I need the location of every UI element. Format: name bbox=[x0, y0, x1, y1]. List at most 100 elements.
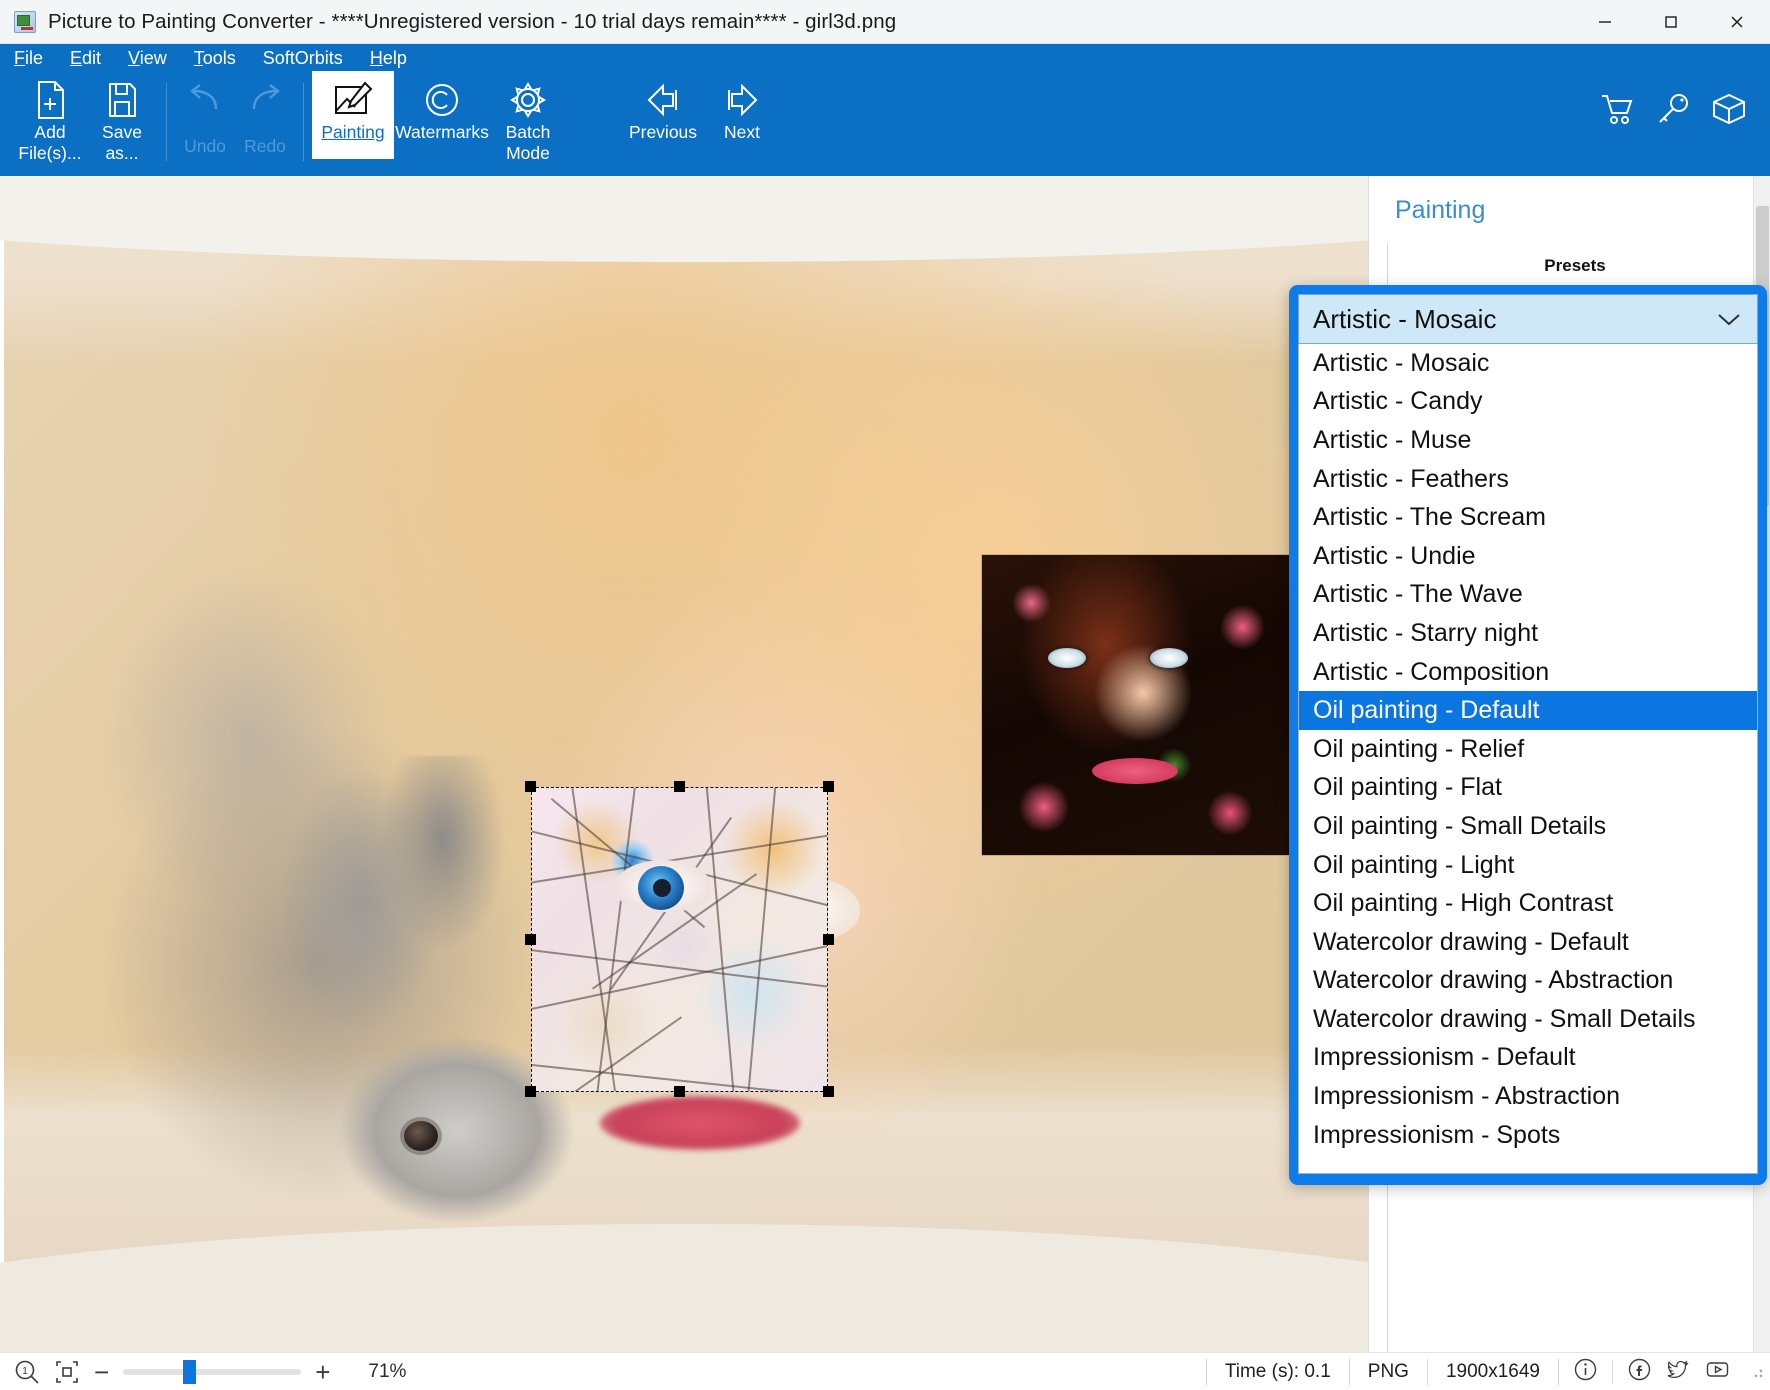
preset-option-1[interactable]: Artistic - Candy bbox=[1299, 383, 1757, 422]
effect-preview-thumbnail[interactable] bbox=[982, 555, 1292, 855]
preset-option-15[interactable]: Watercolor drawing - Default bbox=[1299, 923, 1757, 962]
presets-combobox-field[interactable]: Artistic - Mosaic bbox=[1298, 294, 1758, 344]
zoom-out-button[interactable]: − bbox=[94, 1359, 109, 1385]
menu-tools-label: ools bbox=[202, 47, 236, 68]
minimize-button[interactable] bbox=[1572, 0, 1638, 44]
menu-softorbits-label: SoftOrbits bbox=[262, 47, 343, 68]
window-controls bbox=[1572, 0, 1770, 44]
selection-handle-e[interactable] bbox=[823, 934, 834, 945]
toolbar-separator-2 bbox=[303, 83, 304, 161]
facebook-icon[interactable] bbox=[1627, 1357, 1652, 1387]
undo-button[interactable]: Undo bbox=[175, 71, 235, 157]
batch-mode-button[interactable]: Batch Mode bbox=[490, 71, 566, 164]
resize-grip[interactable] bbox=[1750, 1364, 1764, 1379]
svg-text:1: 1 bbox=[22, 1366, 28, 1377]
image-canvas[interactable] bbox=[0, 176, 1368, 1352]
application-window: Picture to Painting Converter - ****Unre… bbox=[0, 0, 1770, 1390]
youtube-icon[interactable] bbox=[1705, 1357, 1730, 1387]
zoom-in-button[interactable]: + bbox=[315, 1359, 330, 1385]
preset-option-4[interactable]: Artistic - The Scream bbox=[1299, 498, 1757, 537]
preset-option-17[interactable]: Watercolor drawing - Small Details bbox=[1299, 1000, 1757, 1039]
preset-option-14[interactable]: Oil painting - High Contrast bbox=[1299, 884, 1757, 923]
close-button[interactable] bbox=[1704, 0, 1770, 44]
twitter-icon[interactable] bbox=[1666, 1357, 1691, 1387]
key-icon[interactable] bbox=[1656, 93, 1690, 130]
save-as-button[interactable]: Save as... bbox=[86, 71, 158, 164]
presets-combobox[interactable]: Artistic - Mosaic Artistic - Mosaic Arti… bbox=[1289, 285, 1767, 1185]
toolbar-right-icons bbox=[1600, 93, 1746, 130]
selection-handle-sw[interactable] bbox=[525, 1086, 536, 1097]
photo-bottom-edge bbox=[0, 1224, 1368, 1352]
zoom-percent-label: 71% bbox=[368, 1360, 407, 1382]
menu-softorbits[interactable]: SoftOrbits bbox=[263, 49, 343, 67]
zoom-slider-thumb[interactable] bbox=[183, 1359, 197, 1384]
menu-edit[interactable]: Edit bbox=[70, 49, 101, 67]
presets-label: Presets bbox=[1544, 256, 1606, 275]
menu-help-label: elp bbox=[382, 47, 407, 68]
toolbar-separator-1 bbox=[166, 83, 167, 161]
info-icon[interactable] bbox=[1573, 1357, 1598, 1387]
undo-icon bbox=[186, 78, 224, 122]
preview-eye-left bbox=[1048, 648, 1086, 668]
mosaic-preview-selection[interactable] bbox=[531, 787, 828, 1092]
selection-handle-w[interactable] bbox=[525, 934, 536, 945]
preset-option-20[interactable]: Impressionism - Spots bbox=[1299, 1116, 1757, 1155]
batch-mode-label-1: Batch bbox=[505, 122, 551, 142]
watermarks-button[interactable]: Watermarks bbox=[394, 71, 490, 143]
preview-eye-right bbox=[1150, 648, 1188, 668]
preset-option-10[interactable]: Oil painting - Relief bbox=[1299, 730, 1757, 769]
save-as-label-1: Save bbox=[102, 122, 142, 142]
selection-handle-nw[interactable] bbox=[525, 781, 536, 792]
arrow-left-icon bbox=[643, 78, 683, 122]
maximize-button[interactable] bbox=[1638, 0, 1704, 44]
menu-help[interactable]: Help bbox=[370, 49, 407, 67]
save-icon bbox=[105, 78, 139, 122]
watermarks-label: Watermarks bbox=[395, 122, 489, 142]
preset-option-16[interactable]: Watercolor drawing - Abstraction bbox=[1299, 962, 1757, 1001]
selection-handle-se[interactable] bbox=[823, 1086, 834, 1097]
add-files-button[interactable]: Add File(s)... bbox=[14, 71, 86, 164]
mosaic-pupil bbox=[653, 879, 671, 897]
previous-button[interactable]: Previous bbox=[620, 71, 706, 143]
previous-label: Previous bbox=[628, 122, 698, 142]
add-files-label-2: File(s)... bbox=[18, 143, 82, 163]
preset-option-9[interactable]: Oil painting - Default bbox=[1299, 691, 1757, 730]
zoom-one-to-one-icon[interactable]: 1 bbox=[14, 1359, 40, 1385]
preset-option-0[interactable]: Artistic - Mosaic bbox=[1299, 344, 1757, 383]
menu-view[interactable]: View bbox=[128, 49, 167, 67]
undo-label: Undo bbox=[184, 136, 226, 156]
preset-option-3[interactable]: Artistic - Feathers bbox=[1299, 460, 1757, 499]
painting-button[interactable]: Painting bbox=[312, 71, 394, 159]
selection-handle-n[interactable] bbox=[674, 781, 685, 792]
redo-label: Redo bbox=[244, 136, 286, 156]
cart-icon[interactable] bbox=[1600, 93, 1634, 130]
arrow-right-icon bbox=[722, 78, 762, 122]
preset-option-5[interactable]: Artistic - Undie bbox=[1299, 537, 1757, 576]
preset-option-2[interactable]: Artistic - Muse bbox=[1299, 421, 1757, 460]
chevron-down-icon bbox=[1715, 304, 1743, 335]
add-files-label-1: Add bbox=[34, 122, 66, 142]
fit-to-window-icon[interactable] bbox=[54, 1359, 80, 1385]
preset-option-7[interactable]: Artistic - Starry night bbox=[1299, 614, 1757, 653]
preset-option-12[interactable]: Oil painting - Small Details bbox=[1299, 807, 1757, 846]
redo-button[interactable]: Redo bbox=[235, 71, 295, 157]
zoom-slider[interactable] bbox=[123, 1359, 302, 1384]
preset-option-18[interactable]: Impressionism - Default bbox=[1299, 1039, 1757, 1078]
box-icon[interactable] bbox=[1712, 93, 1746, 130]
menu-bar: File Edit View Tools SoftOrbits Help bbox=[0, 44, 1770, 71]
presets-option-list[interactable]: Artistic - Mosaic Artistic - Candy Artis… bbox=[1298, 344, 1758, 1174]
toolbar: Add File(s)... Save as... Undo Redo Pain… bbox=[0, 71, 1770, 176]
selection-handle-s[interactable] bbox=[674, 1086, 685, 1097]
painting-icon bbox=[333, 78, 373, 122]
menu-file[interactable]: File bbox=[14, 49, 43, 67]
next-button[interactable]: Next bbox=[706, 71, 778, 143]
selection-handle-ne[interactable] bbox=[823, 781, 834, 792]
preset-option-8[interactable]: Artistic - Composition bbox=[1299, 653, 1757, 692]
preset-option-11[interactable]: Oil painting - Flat bbox=[1299, 769, 1757, 808]
preset-option-13[interactable]: Oil painting - Light bbox=[1299, 846, 1757, 885]
preset-option-19[interactable]: Impressionism - Abstraction bbox=[1299, 1077, 1757, 1116]
menu-tools[interactable]: Tools bbox=[194, 49, 236, 67]
preset-option-6[interactable]: Artistic - The Wave bbox=[1299, 576, 1757, 615]
girl-lips bbox=[600, 1096, 800, 1150]
painting-label: Painting bbox=[321, 122, 385, 142]
